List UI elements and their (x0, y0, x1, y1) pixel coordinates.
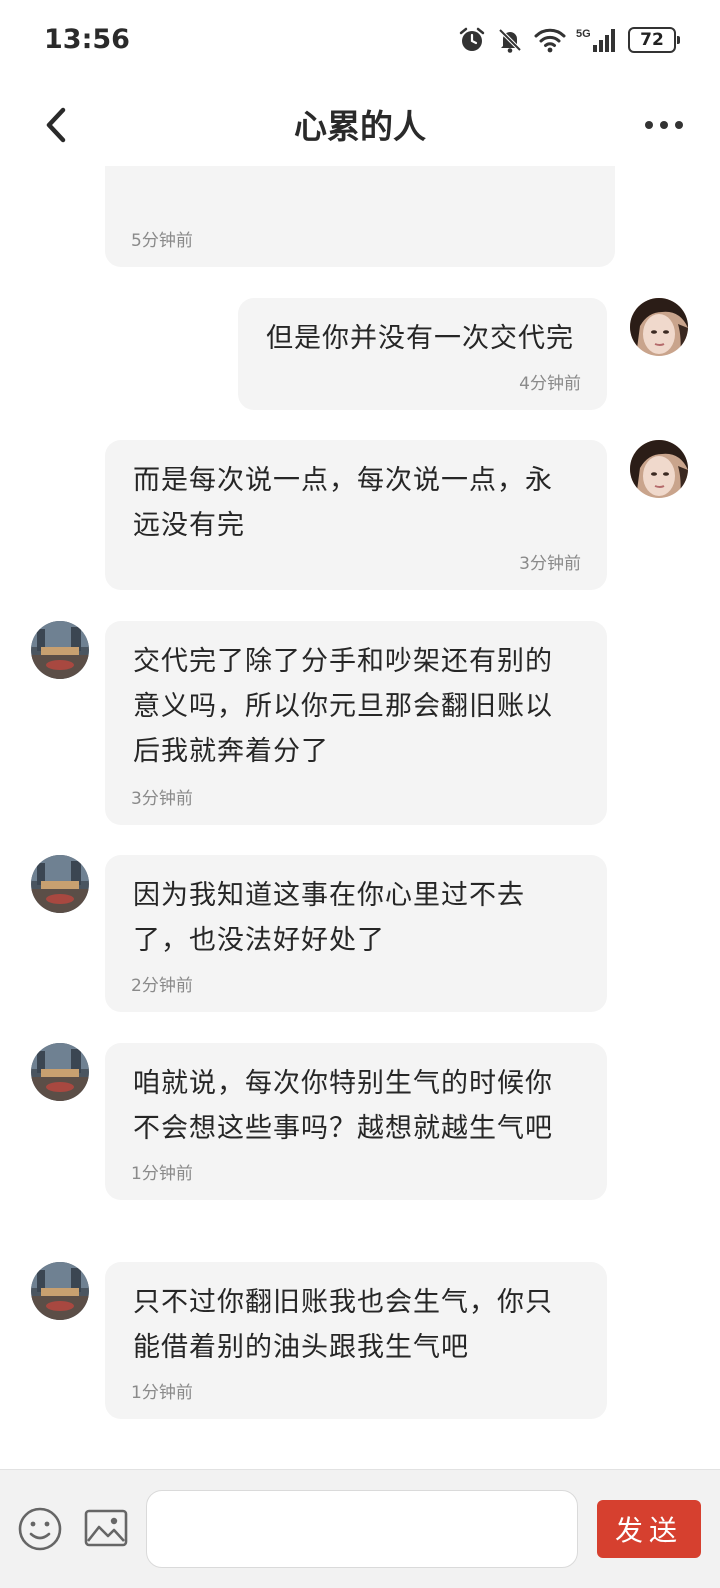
my-avatar[interactable] (630, 298, 688, 356)
avatar-image (31, 1043, 89, 1101)
emoji-icon (18, 1507, 62, 1551)
message-time: 3分钟前 (519, 554, 581, 574)
contact-avatar[interactable] (31, 855, 89, 913)
message-text: 咱就说，每次你特别生气的时候你不会想这些事吗？越想就越生气吧 (133, 1068, 553, 1144)
avatar-image (630, 298, 688, 356)
chat-header: 心累的人 (0, 84, 720, 166)
battery-level: 72 (640, 30, 664, 50)
my-avatar[interactable] (630, 440, 688, 498)
more-horizontal-icon (645, 121, 683, 129)
status-icons: 5G 72 (458, 26, 680, 54)
alarm-icon (459, 27, 485, 51)
status-time: 13:56 (44, 24, 130, 55)
avatar-image (31, 621, 89, 679)
message-input[interactable] (146, 1490, 578, 1568)
message-time: 3分钟前 (131, 789, 193, 809)
message-text: 但是你并没有一次交代完 (266, 323, 574, 354)
emoji-button[interactable] (16, 1505, 64, 1553)
message-bubble[interactable]: 而是每次说一点，每次说一点，永远没有完 3分钟前 (105, 440, 607, 590)
avatar-image (630, 440, 688, 498)
message-text: 而是每次说一点，每次说一点，永远没有完 (133, 465, 553, 541)
message-bubble[interactable]: 啥用，从那会我就没怎么藏了 5分钟前 (105, 166, 615, 267)
wifi-icon (534, 28, 566, 53)
image-icon (84, 1509, 128, 1547)
more-button[interactable] (638, 99, 690, 151)
message-bubble[interactable]: 因为我知道这事在你心里过不去了，也没法好好处了 2分钟前 (105, 855, 607, 1012)
message-time: 4分钟前 (519, 374, 581, 394)
message-text: 因为我知道这事在你心里过不去了，也没法好好处了 (133, 880, 525, 956)
send-button[interactable]: 发送 (597, 1500, 701, 1558)
status-bar: 13:56 5G 72 (0, 0, 720, 84)
avatar-image (31, 1262, 89, 1320)
message-bubble[interactable]: 只不过你翻旧账我也会生气，你只能借着别的油头跟我生气吧 1分钟前 (105, 1262, 607, 1419)
message-time: 1分钟前 (131, 1383, 193, 1403)
message-text: 只不过你翻旧账我也会生气，你只能借着别的油头跟我生气吧 (133, 1287, 553, 1363)
input-bar: 发送 (0, 1469, 720, 1588)
message-time: 5分钟前 (131, 231, 193, 251)
page-title: 心累的人 (294, 107, 426, 146)
contact-avatar[interactable] (31, 1262, 89, 1320)
contact-avatar[interactable] (31, 1043, 89, 1101)
signal-5g-icon: 5G (576, 28, 615, 52)
message-time: 1分钟前 (131, 1164, 193, 1184)
message-time: 2分钟前 (131, 976, 193, 996)
battery-icon: 72 (628, 27, 680, 53)
message-text: 交代完了除了分手和吵架还有别的意义吗，所以你元旦那会翻旧账以后我就奔着分了 (133, 646, 553, 767)
message-bubble[interactable]: 咱就说，每次你特别生气的时候你不会想这些事吗？越想就越生气吧 1分钟前 (105, 1043, 607, 1200)
message-text: 啥用，从那会我就没怎么藏了 (133, 166, 497, 175)
message-bubble[interactable]: 交代完了除了分手和吵架还有别的意义吗，所以你元旦那会翻旧账以后我就奔着分了 3分… (105, 621, 607, 825)
contact-avatar[interactable] (31, 621, 89, 679)
mute-bell-icon (498, 28, 522, 53)
network-label: 5G (576, 28, 591, 40)
avatar-image (31, 855, 89, 913)
message-bubble[interactable]: 但是你并没有一次交代完 4分钟前 (238, 298, 607, 410)
image-button[interactable] (84, 1508, 128, 1548)
chat-message-list[interactable]: 啥用，从那会我就没怎么藏了 5分钟前 但是你并没有一次交代完 4分钟前 (0, 166, 720, 1469)
